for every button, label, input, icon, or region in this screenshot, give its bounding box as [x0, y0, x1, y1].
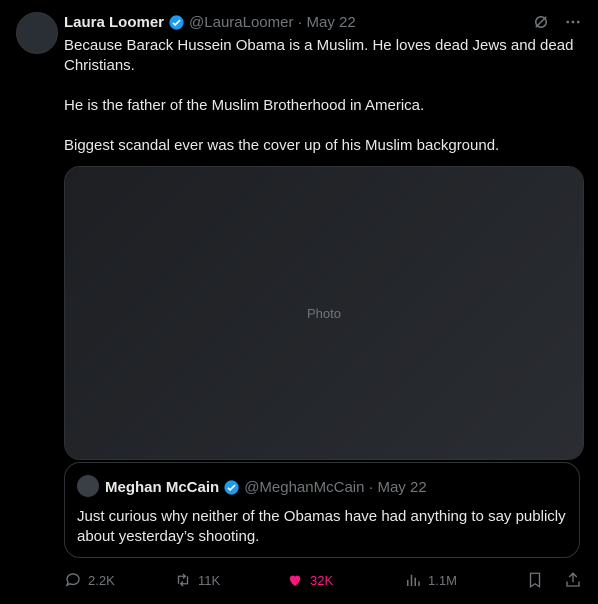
separator: · [368, 478, 374, 496]
quote-date: May 22 [377, 478, 427, 496]
quote-author-name: Meghan McCain [105, 478, 220, 496]
end-actions [526, 571, 582, 589]
reply-button[interactable]: 2.2K [64, 571, 152, 589]
like-count: 32K [310, 572, 334, 588]
tweet-date[interactable]: May 22 [306, 14, 355, 31]
author-name[interactable]: Laura Loomer [64, 14, 164, 31]
verified-badge-icon [224, 479, 239, 495]
verified-badge-icon [169, 14, 184, 30]
grok-icon[interactable] [532, 13, 550, 31]
tweet-media[interactable]: Photo [64, 166, 584, 460]
like-icon [289, 575, 301, 586]
action-bar: 2.2K 11K 32K 1.1M [64, 568, 582, 592]
quote-author-avatar [77, 475, 99, 497]
bookmark-icon[interactable] [526, 571, 544, 589]
tweet-paragraph: Biggest scandal ever was the cover up of… [64, 137, 500, 154]
media-placeholder: Photo [65, 167, 583, 459]
retweet-icon [177, 573, 189, 587]
views-count: 1.1M [428, 572, 457, 588]
header-actions [532, 13, 582, 31]
author-avatar[interactable] [16, 12, 58, 54]
separator: · [297, 13, 303, 31]
retweet-button[interactable]: 11K [174, 571, 286, 589]
author-handle[interactable]: @LauraLoomer [189, 14, 293, 31]
views-icon [407, 574, 420, 586]
reply-count: 2.2K [88, 572, 115, 588]
tweet-text: Because Barack Hussein Obama is a Muslim… [64, 36, 584, 176]
quoted-tweet[interactable]: Meghan McCain @MeghanMcCain · May 22 Jus… [64, 462, 580, 558]
views-button[interactable]: 1.1M [404, 571, 524, 589]
more-icon[interactable] [564, 13, 582, 31]
retweet-count: 11K [198, 572, 221, 588]
like-button[interactable]: 32K [286, 571, 404, 589]
quote-header: Meghan McCain @MeghanMcCain · May 22 [105, 477, 567, 497]
tweet: Laura Loomer @LauraLoomer · May 22 Becau… [0, 0, 598, 604]
tweet-paragraph: He is the father of the Muslim Brotherho… [64, 97, 425, 114]
quote-author-handle: @MeghanMcCain [244, 478, 365, 496]
reply-icon [65, 573, 80, 587]
quote-text: Just curious why neither of the Obamas h… [77, 508, 566, 545]
share-icon[interactable] [564, 571, 582, 589]
tweet-paragraph: Because Barack Hussein Obama is a Muslim… [64, 37, 574, 74]
tweet-header: Laura Loomer @LauraLoomer · May 22 [64, 12, 582, 32]
